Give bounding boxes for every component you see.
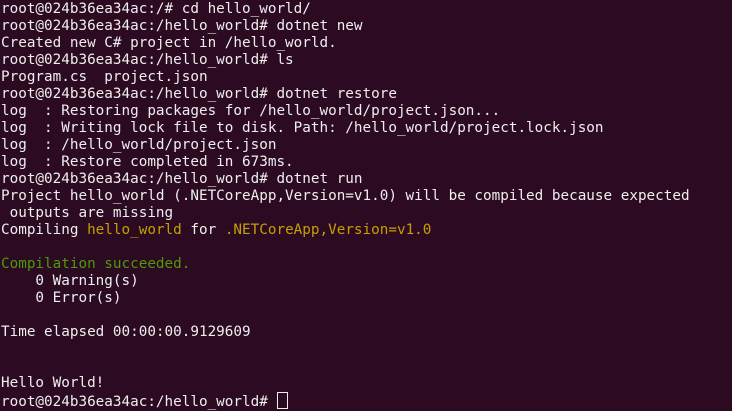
terminal-line: log : Writing lock file to disk. Path: /… [1, 120, 732, 137]
terminal-line: root@024b36ea34ac:/hello_world# [1, 392, 732, 410]
terminal-line: 0 Error(s) [1, 290, 732, 307]
terminal-text: Created new C# project in /hello_world. [1, 35, 337, 51]
text-cursor [277, 392, 289, 409]
terminal-text: Program.cs project.json [1, 69, 208, 85]
terminal-window[interactable]: root@024b36ea34ac:/# cd hello_world/root… [0, 0, 732, 410]
terminal-text: for [181, 222, 225, 238]
terminal-text: log : Writing lock file to disk. Path: /… [1, 120, 604, 136]
terminal-text: outputs are missing [1, 205, 174, 221]
terminal-text: log : Restoring packages for /hello_worl… [1, 103, 501, 119]
terminal-text: root@024b36ea34ac:/# cd hello_world/ [1, 1, 311, 17]
terminal-text: root@024b36ea34ac:/hello_world# dotnet r… [1, 171, 363, 187]
terminal-text: log : /hello_world/project.json [1, 137, 277, 153]
terminal-line: Compilation succeeded. [1, 256, 732, 273]
terminal-line: outputs are missing [1, 205, 732, 222]
terminal-text: Hello World! [1, 375, 105, 391]
terminal-line: root@024b36ea34ac:/hello_world# dotnet r… [1, 86, 732, 103]
terminal-line: log : /hello_world/project.json [1, 137, 732, 154]
terminal-line: Created new C# project in /hello_world. [1, 35, 732, 52]
terminal-text: Project hello_world (.NETCoreApp,Version… [1, 188, 690, 204]
terminal-text: 0 Warning(s) [1, 273, 139, 289]
terminal-line: root@024b36ea34ac:/hello_world# dotnet r… [1, 171, 732, 188]
terminal-text: 0 Error(s) [1, 290, 122, 306]
terminal-line: Program.cs project.json [1, 69, 732, 86]
terminal-text: root@024b36ea34ac:/hello_world# dotnet r… [1, 86, 397, 102]
terminal-line: Project hello_world (.NETCoreApp,Version… [1, 188, 732, 205]
terminal-text: root@024b36ea34ac:/hello_world# [1, 394, 277, 410]
terminal-text: root@024b36ea34ac:/hello_world# ls [1, 52, 294, 68]
terminal-line: root@024b36ea34ac:/# cd hello_world/ [1, 1, 732, 18]
terminal-text: Time elapsed 00:00:00.9129609 [1, 324, 251, 340]
terminal-highlight-text: Compilation succeeded. [1, 256, 191, 272]
terminal-line: Time elapsed 00:00:00.9129609 [1, 324, 732, 341]
terminal-line: 0 Warning(s) [1, 273, 732, 290]
terminal-text: log : Restore completed in 673ms. [1, 154, 294, 170]
terminal-line: log : Restoring packages for /hello_worl… [1, 103, 732, 120]
terminal-highlight-text: .NETCoreApp,Version=v1.0 [224, 222, 432, 238]
terminal-text: Compiling [1, 222, 88, 238]
terminal-line: Hello World! [1, 375, 732, 392]
terminal-line: Compiling hello_world for .NETCoreApp,Ve… [1, 222, 732, 239]
terminal-line: log : Restore completed in 673ms. [1, 154, 732, 171]
terminal-line: root@024b36ea34ac:/hello_world# dotnet n… [1, 18, 732, 35]
terminal-text: root@024b36ea34ac:/hello_world# dotnet n… [1, 18, 363, 34]
terminal-highlight-text: hello_world [87, 222, 182, 238]
terminal-line: root@024b36ea34ac:/hello_world# ls [1, 52, 732, 69]
